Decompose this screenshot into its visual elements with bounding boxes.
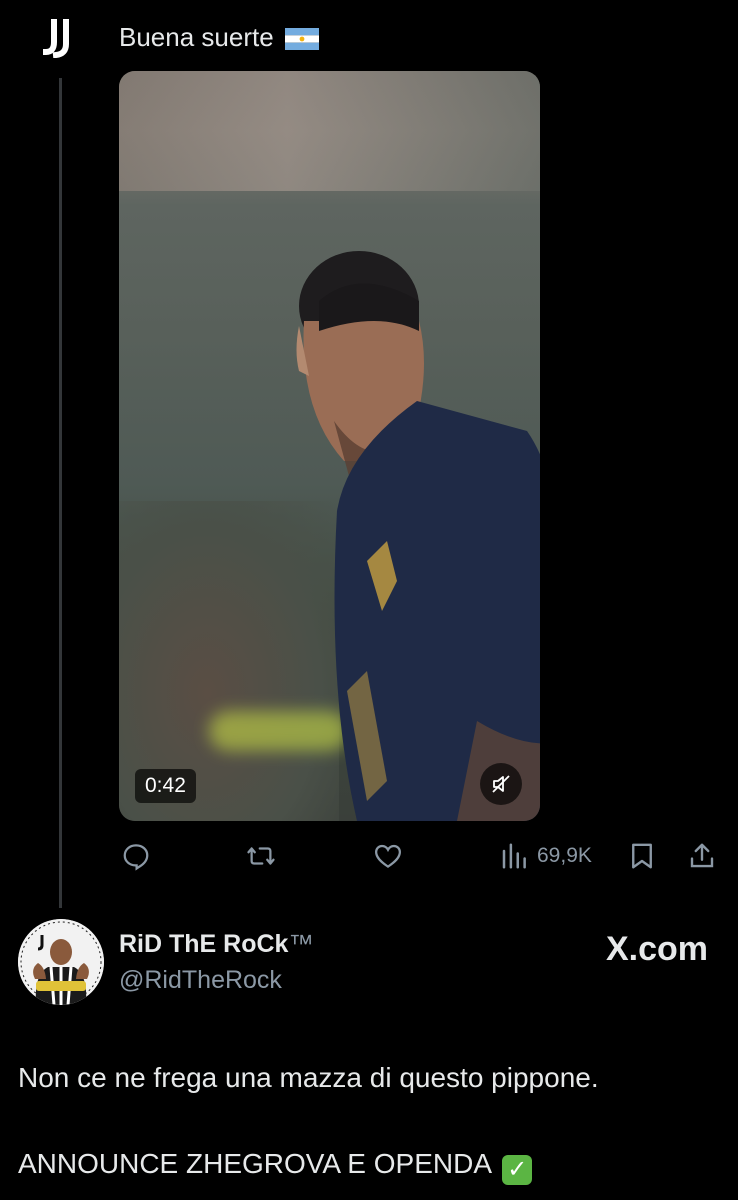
muted-speaker-icon (492, 775, 510, 793)
source-label: X.com (605, 930, 708, 968)
views-count: 69,9K (537, 844, 592, 867)
avatar-image (18, 919, 104, 1005)
repost-button[interactable] (246, 838, 276, 874)
video-duration-badge: 0:42 (135, 769, 196, 803)
video-player[interactable]: 0:42 (119, 71, 540, 821)
views-button[interactable]: 69,9K (499, 838, 592, 874)
check-mark-icon: ✓ (502, 1155, 533, 1185)
bookmark-icon (632, 843, 652, 869)
argentina-flag-icon (284, 28, 319, 51)
reply-icon (123, 844, 149, 871)
bookmark-button[interactable] (627, 838, 657, 874)
analytics-icon (502, 843, 526, 869)
post-text: Buena suerte (119, 22, 319, 53)
display-name-text: RiD ThE RoCk (119, 930, 289, 958)
avatar[interactable] (18, 919, 104, 1005)
mute-button[interactable] (480, 763, 522, 805)
user-handle[interactable]: @RidTheRock (119, 966, 282, 995)
reply-button[interactable] (121, 838, 151, 874)
video-background-blur (119, 71, 540, 191)
thread-line (59, 78, 62, 908)
share-button[interactable] (687, 838, 717, 874)
reply-text-announcement: ANNOUNCE ZHEGROVA E OPENDA (18, 1148, 491, 1179)
share-icon (690, 843, 714, 868)
like-button[interactable] (373, 838, 403, 874)
reply-text-line: Non ce ne frega una mazza di questo pipp… (18, 1062, 599, 1093)
juventus-logo-icon[interactable] (40, 18, 80, 58)
post-text-content: Buena suerte (119, 22, 274, 52)
reply-text-line: ANNOUNCE ZHEGROVA E OPENDA ✓ (18, 1148, 718, 1185)
display-name[interactable]: RiD ThE RoCk™ (119, 930, 313, 959)
trademark-symbol: ™ (288, 930, 314, 958)
repost-icon (247, 847, 275, 865)
player-shirt-image (334, 401, 540, 821)
post-action-bar: 69,9K (119, 838, 719, 874)
heart-icon (374, 844, 402, 868)
